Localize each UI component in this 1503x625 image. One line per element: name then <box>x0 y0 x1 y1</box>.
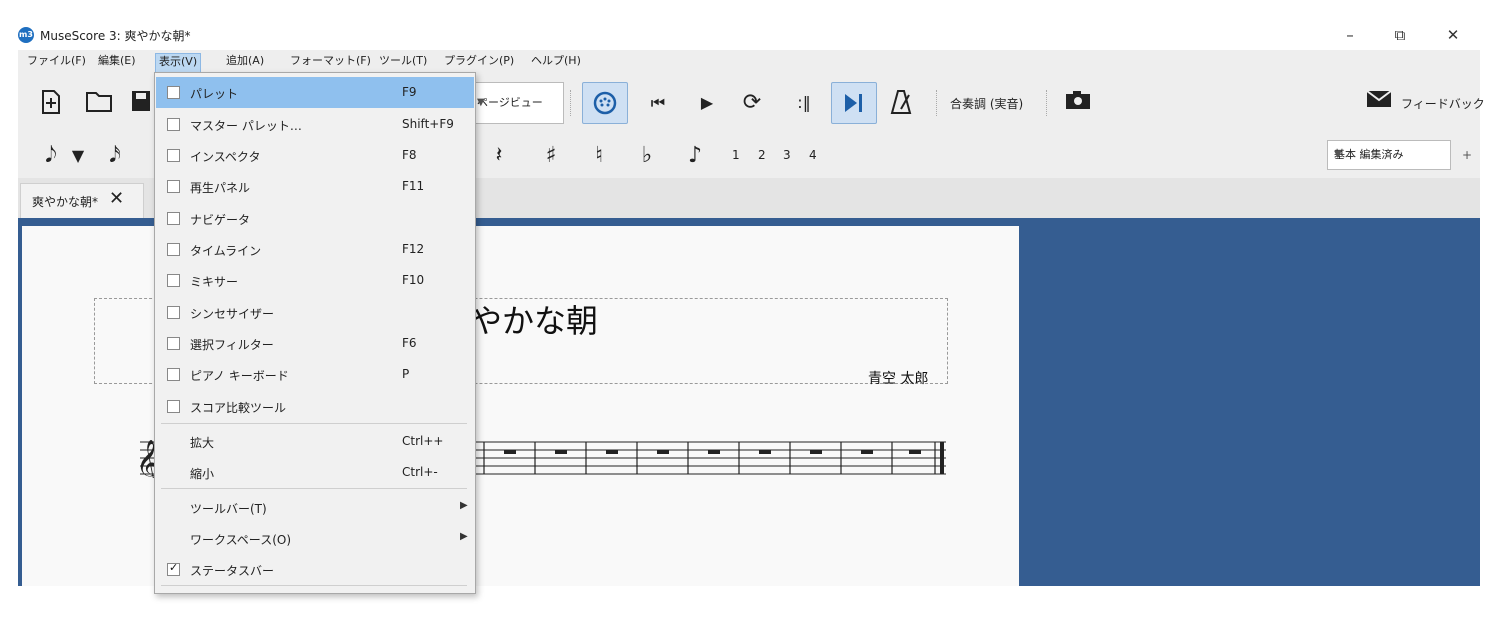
checkbox[interactable] <box>167 212 180 225</box>
menu-item-navigator[interactable]: ナビゲータ <box>156 203 474 234</box>
checkbox[interactable] <box>167 243 180 256</box>
menu-item-zoom-out[interactable]: 縮小 Ctrl+- <box>156 457 474 488</box>
sixteenth-note-icon[interactable]: 𝅘𝅥𝅯 <box>100 142 130 172</box>
score-title[interactable]: やかな朝 <box>470 296 598 342</box>
menu-item-selection-filter[interactable]: 選択フィルター F6 <box>156 328 474 359</box>
menu-tools[interactable]: ツール(T) <box>376 53 430 71</box>
camera-icon[interactable] <box>1063 89 1093 119</box>
checkbox[interactable] <box>167 274 180 287</box>
menu-plugins[interactable]: プラグイン(P) <box>441 53 517 71</box>
new-file-icon[interactable] <box>36 89 66 119</box>
concert-pitch-button[interactable]: 合奏調 (実音) <box>950 95 1023 112</box>
envelope-icon[interactable] <box>1364 89 1394 119</box>
view-mode-select[interactable]: ページビュー ▼ <box>470 82 564 124</box>
checkbox-checked[interactable] <box>167 561 180 576</box>
title-bar <box>0 20 1503 50</box>
close-window-button[interactable]: ✕ <box>1438 24 1468 46</box>
flip-direction-icon[interactable]: ♪ <box>680 142 710 172</box>
voice-1-button[interactable]: 1 <box>732 148 740 162</box>
rest-icon[interactable]: 𝄽 <box>484 142 514 172</box>
score-tab-label: 爽やかな朝* <box>32 195 99 209</box>
note-input-mode-icon[interactable]: 𝅘𝅥𝅮 <box>36 142 66 172</box>
metronome-icon[interactable] <box>886 89 916 119</box>
menu-item-score-comparison[interactable]: スコア比較ツール <box>156 391 474 422</box>
chevron-right-icon: ▶ <box>460 500 468 511</box>
menu-file[interactable]: ファイル(F) <box>24 53 89 71</box>
menu-item-inspector[interactable]: インスペクタ F8 <box>156 140 474 171</box>
checkbox[interactable] <box>167 306 180 319</box>
play-icon[interactable]: ▶ <box>692 89 722 119</box>
checkbox[interactable] <box>167 149 180 162</box>
rewind-icon[interactable]: ⏮ <box>643 89 673 119</box>
menu-help[interactable]: ヘルプ(H) <box>528 53 584 71</box>
menu-item-play-panel[interactable]: 再生パネル F11 <box>156 171 474 202</box>
checkbox[interactable] <box>167 400 180 413</box>
menu-item-toolbars[interactable]: ツールバー(T) ▶ <box>156 492 474 523</box>
loop-icon[interactable]: ⟳ <box>737 89 767 119</box>
musescore-logo-icon: m3 <box>18 27 34 43</box>
composer-text[interactable]: 青空 太郎 <box>868 368 928 388</box>
menu-separator <box>161 423 467 424</box>
voice-2-button[interactable]: 2 <box>758 148 766 162</box>
menu-edit[interactable]: 編集(E) <box>95 53 139 71</box>
menu-item-mixer[interactable]: ミキサー F10 <box>156 265 474 296</box>
close-icon[interactable]: ✕ <box>109 190 124 208</box>
flat-icon[interactable]: ♭ <box>632 142 662 172</box>
checkbox[interactable] <box>167 118 180 131</box>
toolbar-separator <box>1046 90 1048 116</box>
add-workspace-button[interactable]: + <box>1462 148 1472 162</box>
menu-item-palette[interactable]: パレット F9 <box>156 77 474 108</box>
menu-item-workspaces[interactable]: ワークスペース(O) ▶ <box>156 523 474 554</box>
midi-input-icon[interactable] <box>582 82 628 124</box>
menu-separator <box>161 585 467 586</box>
menu-separator <box>161 488 467 489</box>
menu-item-timeline[interactable]: タイムライン F12 <box>156 234 474 265</box>
menu-item-zoom-in[interactable]: 拡大 Ctrl++ <box>156 426 474 457</box>
open-folder-icon[interactable] <box>84 89 114 119</box>
voice-4-button[interactable]: 4 <box>809 148 817 162</box>
window-title: MuseScore 3: 爽やかな朝* <box>40 29 191 43</box>
menu-item-piano-keyboard[interactable]: ピアノ キーボード P <box>156 359 474 390</box>
toolbar-separator <box>570 90 572 116</box>
menu-item-synthesizer[interactable]: シンセサイザー <box>156 297 474 328</box>
menu-view[interactable]: 表示(V) <box>155 53 202 73</box>
workspace-select[interactable]: 基本 編集済み ▼ <box>1327 140 1451 170</box>
voice-3-button[interactable]: 3 <box>783 148 791 162</box>
checkbox[interactable] <box>167 337 180 350</box>
restore-button[interactable]: ⧉ <box>1385 24 1415 46</box>
pan-score-icon[interactable] <box>831 82 877 124</box>
view-menu-dropdown: パレット F9 マスター パレット… Shift+F9 インスペクタ F8 再生… <box>154 72 476 594</box>
toolbar-separator <box>936 90 938 116</box>
checkbox[interactable] <box>167 86 180 99</box>
chevron-down-icon: ▼ <box>1334 149 1342 160</box>
menu-item-status-bar[interactable]: ステータスバー <box>156 554 474 585</box>
menu-item-master-palette[interactable]: マスター パレット… Shift+F9 <box>156 109 474 140</box>
checkbox[interactable] <box>167 368 180 381</box>
chevron-down-icon: ▼ <box>477 97 485 108</box>
minimize-button[interactable]: – <box>1335 24 1365 46</box>
menu-add[interactable]: 追加(A) <box>223 53 267 71</box>
feedback-button[interactable]: フィードバック <box>1401 95 1485 112</box>
repeat-icon[interactable]: :‖ <box>789 89 819 119</box>
menu-format[interactable]: フォーマット(F) <box>287 53 374 71</box>
chevron-down-icon[interactable]: ▼ <box>68 142 88 172</box>
save-icon[interactable] <box>130 89 152 119</box>
sharp-icon[interactable]: ♯ <box>536 142 566 172</box>
natural-icon[interactable]: ♮ <box>584 142 614 172</box>
checkbox[interactable] <box>167 180 180 193</box>
chevron-right-icon: ▶ <box>460 531 468 542</box>
